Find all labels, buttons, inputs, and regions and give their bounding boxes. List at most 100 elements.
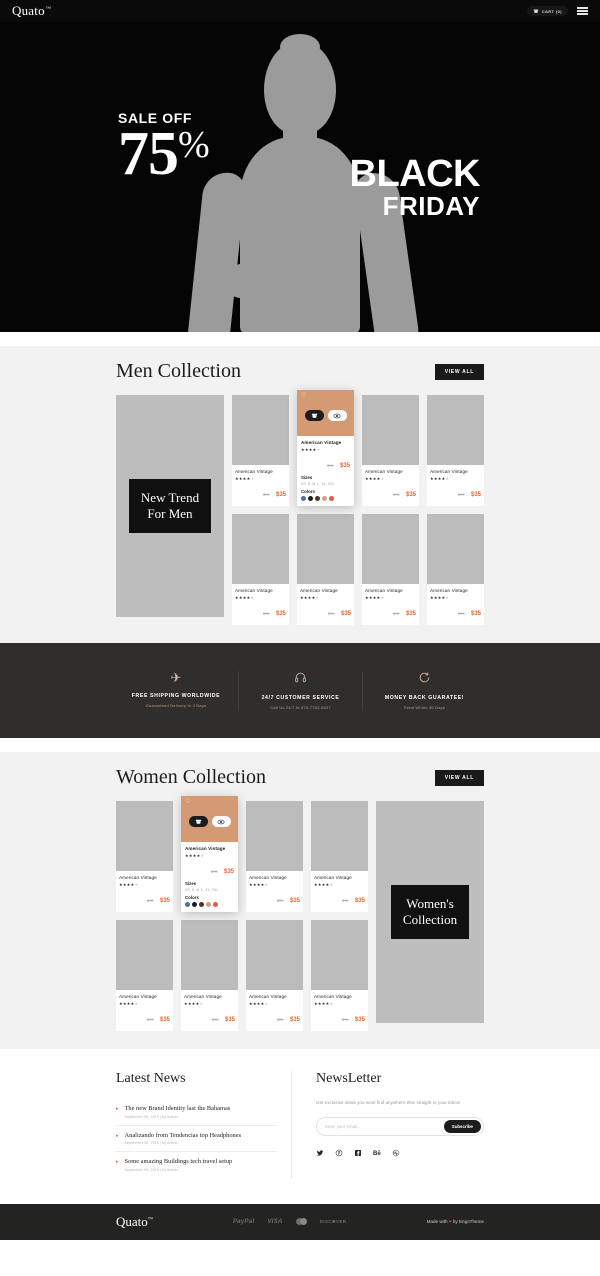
color-swatch[interactable] (185, 901, 190, 907)
product-card-hovered[interactable]: ♡ American Vintage ★★★★★ $70 $35 Sizes X… (297, 390, 354, 506)
site-logo[interactable]: Quato™ (12, 3, 51, 19)
product-price-group: $70 $35 (430, 602, 481, 620)
dribbble-icon[interactable] (392, 1149, 400, 1159)
product-rating: ★★★★★ (249, 882, 269, 887)
heart-icon[interactable]: ♡ (185, 799, 190, 805)
product-card[interactable]: American Vintage ★★★★★ $70 $35 (311, 801, 368, 912)
product-card[interactable]: American Vintage ★★★★★ $70 $35 (362, 514, 419, 625)
feature-title: FREE SHIPPING WORLDWIDE (131, 693, 221, 699)
add-to-cart-button[interactable] (304, 410, 324, 421)
news-item-title[interactable]: The new Brand Identity last the Bahamas (125, 1105, 231, 1112)
color-swatch[interactable] (308, 495, 313, 501)
product-price-group: $70 $35 (300, 602, 351, 620)
hero-black-friday-copy: BLACK FRIDAY (349, 153, 481, 221)
news-item[interactable]: ▸ Analizando from Tendencias top Headpho… (116, 1126, 277, 1152)
product-rating: ★★★★★ (235, 595, 255, 600)
news-item-title[interactable]: Some amazing Buildings tech travel setup (125, 1158, 233, 1165)
color-swatch[interactable] (301, 495, 306, 501)
news-item-title[interactable]: Analizando from Tendencias top Headphone… (125, 1132, 242, 1139)
quick-view-button[interactable] (211, 816, 231, 827)
women-section-header: Women Collection VIEW ALL (116, 752, 484, 801)
product-card[interactable]: American Vintage ★★★★★ $70 $35 (246, 801, 303, 912)
product-price-group: $70 $35 (249, 889, 300, 907)
product-thumbnail (232, 514, 289, 584)
behance-icon[interactable]: Bē (373, 1151, 381, 1157)
site-logo-text: Quato (12, 3, 45, 18)
product-quick-actions (181, 816, 238, 827)
product-name: American Vintage (430, 588, 468, 593)
product-card[interactable]: American Vintage ★★★★★ $70 $35 (246, 920, 303, 1031)
site-footer: Quato™ PayPal VISA DISC❋VER Made with ♥ … (0, 1203, 600, 1240)
product-card[interactable]: American Vintage ★★★★★ $70 $35 (297, 514, 354, 625)
quick-view-button[interactable] (327, 410, 347, 421)
product-thumbnail: ♡ (297, 390, 354, 436)
product-card[interactable]: American Vintage ★★★★★ $70 $35 (311, 920, 368, 1031)
bullet-icon: ▸ (116, 1132, 119, 1139)
product-new-price: $35 (289, 1017, 300, 1023)
color-swatch[interactable] (192, 901, 197, 907)
women-product-row-2: American Vintage ★★★★★ $70 $35 American … (116, 920, 368, 1031)
men-promo-tile[interactable]: New Trend For Men (116, 395, 224, 617)
product-card[interactable]: American Vintage ★★★★★ $70 $35 (116, 801, 173, 912)
product-card[interactable]: American Vintage ★★★★★ $70 $35 (232, 514, 289, 625)
news-item[interactable]: ▸ Some amazing Buildings tech travel set… (116, 1152, 277, 1178)
product-card-hovered[interactable]: ♡ American Vintage ★★★★★ $70 $35 Sizes X… (181, 796, 238, 912)
newsletter-subscribe-button[interactable]: Subscribe (443, 1119, 481, 1133)
product-rating: ★★★★★ (119, 1001, 139, 1006)
color-swatch[interactable] (206, 901, 211, 907)
news-item-meta: September 09, 2019 | by Admin (124, 1167, 178, 1172)
product-price-group: $70 $35 (235, 602, 286, 620)
product-price-group: $70 $35 (249, 1008, 300, 1026)
latest-news-title: Latest News (116, 1071, 186, 1086)
product-card[interactable]: American Vintage ★★★★★ $70 $35 (427, 395, 484, 506)
social-links: Bē (316, 1149, 484, 1159)
product-price-group: $70 $35 (185, 860, 234, 878)
men-view-all-button[interactable]: VIEW ALL (434, 363, 484, 380)
product-card[interactable]: American Vintage ★★★★★ $70 $35 (362, 395, 419, 506)
footer-logo[interactable]: Quato™ (116, 1214, 153, 1230)
product-rating: ★★★★★ (184, 1001, 204, 1006)
product-card[interactable]: American Vintage ★★★★★ $70 $35 (232, 395, 289, 506)
product-card[interactable]: American Vintage ★★★★★ $70 $35 (427, 514, 484, 625)
add-to-cart-button[interactable] (188, 816, 208, 827)
color-swatch[interactable] (213, 901, 218, 907)
newsletter-title: NewsLetter (316, 1071, 382, 1086)
product-new-price: $35 (289, 898, 300, 904)
feature-customer-service: 24/7 CUSTOMER SERVICE Call Us 24/7 At 07… (238, 671, 362, 710)
product-old-price: $70 (341, 898, 349, 903)
product-old-price: $70 (457, 492, 465, 497)
men-section-header: Men Collection VIEW ALL (116, 346, 484, 395)
hamburger-menu-icon[interactable] (577, 7, 588, 15)
men-collection-section: Men Collection VIEW ALL New Trend For Me… (0, 346, 600, 643)
product-thumbnail: ♡ (181, 796, 238, 842)
facebook-icon[interactable] (354, 1149, 362, 1159)
heart-icon[interactable]: ♡ (301, 393, 306, 399)
men-promo-line2: For Men (147, 506, 193, 521)
header-actions: CART (0) (526, 6, 588, 16)
women-promo-tile[interactable]: Women's Collection (376, 801, 484, 1023)
product-sizes-value[interactable]: XS, S, M, L, XL, XXL (301, 482, 350, 486)
product-price-group: $70 $35 (365, 602, 416, 620)
color-swatch[interactable] (199, 901, 204, 907)
cart-button[interactable]: CART (0) (526, 6, 568, 16)
product-card[interactable]: American Vintage ★★★★★ $70 $35 (181, 920, 238, 1031)
product-new-price: $35 (223, 869, 234, 875)
color-swatch[interactable] (322, 495, 327, 501)
product-new-price: $35 (405, 492, 416, 498)
product-name: American Vintage (235, 588, 273, 593)
newsletter-email-input[interactable] (325, 1123, 444, 1129)
women-product-row-1: American Vintage ★★★★★ $70 $35 ♡ America… (116, 796, 368, 912)
cart-icon (533, 9, 538, 13)
news-item[interactable]: ▸ The new Brand Identity last the Bahama… (116, 1099, 277, 1126)
product-price-group: $70 $35 (301, 454, 350, 472)
product-sizes-value[interactable]: XS, S, M, L, XL, XXL (185, 888, 234, 892)
feature-title: MONEY BACK GUARATEE! (384, 695, 465, 701)
color-swatch[interactable] (329, 495, 334, 501)
discover-icon: DISC❋VER (319, 1218, 347, 1224)
women-view-all-button[interactable]: VIEW ALL (434, 769, 484, 786)
pinterest-icon[interactable] (335, 1149, 343, 1159)
color-swatch[interactable] (315, 495, 320, 501)
hero-line-black: BLACK (349, 153, 481, 195)
twitter-icon[interactable] (316, 1149, 324, 1159)
product-card[interactable]: American Vintage ★★★★★ $70 $35 (116, 920, 173, 1031)
